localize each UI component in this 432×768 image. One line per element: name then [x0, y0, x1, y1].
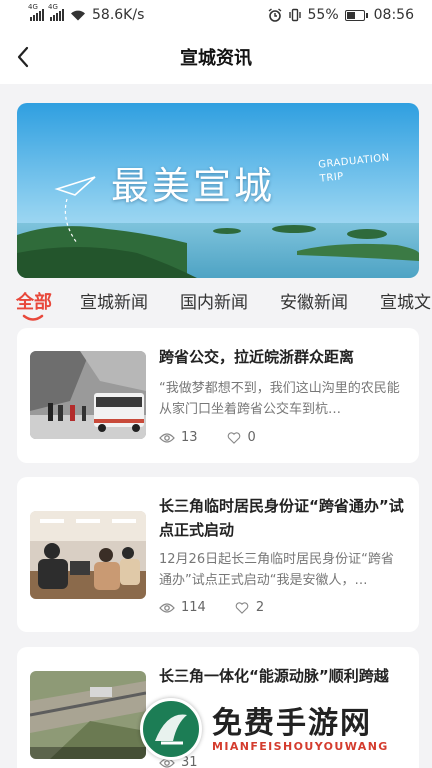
watermark-text: 免费手游网: [212, 706, 372, 741]
article-card[interactable]: 跨省公交，拉近皖浙群众距离 “我做梦都想不到，我们这山沟里的农民能从家门口坐着跨…: [17, 328, 419, 463]
battery-icon: [344, 9, 368, 21]
watermark-subtext: MIANFEISHOUYOUWANG: [212, 740, 389, 753]
view-count: 114: [181, 600, 206, 615]
article-summary: 12月26日起长三角临时居民身份证“跨省通办”试点正式启动“我是安徽人，…: [159, 552, 394, 588]
vibrate-icon: [288, 8, 301, 22]
status-left: 4G 4G 58.6K/s: [28, 3, 145, 23]
article-title: 长三角一体化“能源动脉”顺利跨越: [159, 667, 389, 685]
like-count: 2: [255, 600, 265, 615]
article-thumbnail: [30, 511, 146, 599]
banner-title: 最美宣城: [111, 164, 276, 208]
tab-xuancheng-news[interactable]: 宣城新闻: [80, 288, 148, 313]
clock: 08:56: [373, 7, 414, 23]
signal-icon: 4G: [28, 3, 44, 21]
eye-icon: [159, 432, 175, 443]
tab-domestic-news[interactable]: 国内新闻: [180, 288, 248, 313]
watermark-logo-icon: [140, 698, 202, 760]
active-tab-indicator: [22, 314, 44, 321]
article-title: 长三角临时居民身份证“跨省通办”试点正式启动: [159, 497, 404, 539]
status-right: 55% 08:56: [268, 7, 414, 23]
chevron-left-icon: [17, 46, 29, 68]
article-stats: 13 0: [159, 430, 256, 445]
article-card[interactable]: 长三角临时居民身份证“跨省通办”试点正式启动 12月26日起长三角临时居民身份证…: [17, 477, 419, 632]
battery-percent: 55%: [307, 7, 339, 23]
eye-icon: [159, 602, 175, 613]
view-count: 13: [181, 430, 198, 445]
network-speed: 58.6K/s: [92, 7, 145, 23]
wifi-icon: [71, 10, 85, 21]
alarm-icon: [268, 8, 281, 22]
back-button[interactable]: [8, 42, 38, 72]
page-title: 宣城资讯: [180, 48, 252, 69]
tab-all[interactable]: 全部: [16, 288, 52, 314]
article-title: 跨省公交，拉近皖浙群众距离: [159, 348, 355, 366]
status-bar: 4G 4G 58.6K/s 55% 08:56: [0, 0, 432, 30]
article-thumbnail: [30, 351, 146, 439]
article-stats: 114 2: [159, 600, 264, 615]
tab-anhui-news[interactable]: 安徽新闻: [280, 288, 348, 313]
signal-icon-2: 4G: [48, 3, 64, 21]
article-summary: “我做梦都想不到，我们这山沟里的农民能从家门口坐着跨省公交车到杭…: [159, 381, 400, 417]
heart-icon[interactable]: [226, 431, 242, 444]
category-tabs: 全部 宣城新闻 国内新闻 安徽新闻 宣城文: [0, 282, 432, 326]
tab-xuancheng-culture[interactable]: 宣城文: [380, 288, 431, 313]
banner-carousel[interactable]: 最美宣城 GRADUATION TRIP: [17, 103, 419, 278]
app-header: 宣城资讯: [0, 30, 432, 84]
article-thumbnail: [30, 671, 146, 759]
like-count: 0: [247, 430, 256, 445]
heart-icon[interactable]: [234, 601, 250, 614]
watermark: 免费手游网 MIANFEISHOUYOUWANG: [140, 694, 432, 768]
